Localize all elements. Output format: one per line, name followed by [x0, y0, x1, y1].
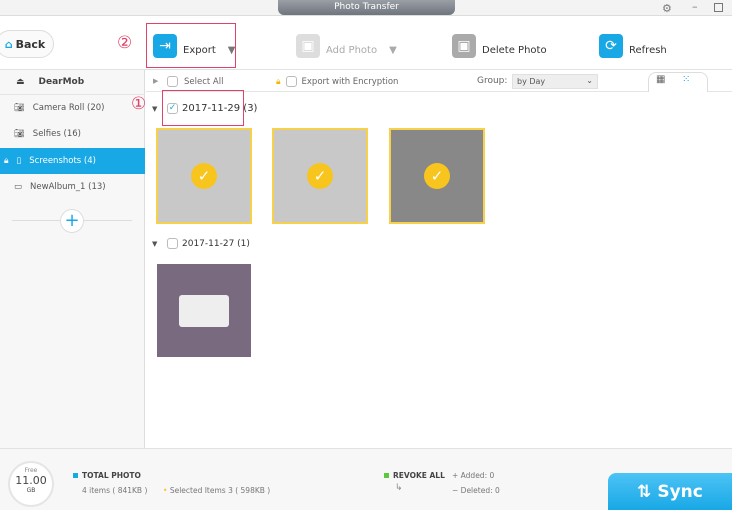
check-icon: ✓: [424, 163, 450, 189]
group-checkbox-2017-11-27[interactable]: 2017-11-27 (1): [167, 238, 250, 249]
step-2-marker: ②: [117, 33, 133, 53]
chevron-down-icon[interactable]: ▼: [228, 45, 236, 56]
add-photo-button[interactable]: ▣ Add Photo ▼: [296, 34, 397, 58]
settings-gear-icon[interactable]: ⚙: [662, 2, 672, 15]
photo-thumbnail[interactable]: ✓: [272, 128, 368, 224]
device-header[interactable]: ⏏ DearMob: [0, 70, 145, 95]
export-button[interactable]: ⇥ Export ▼: [153, 34, 235, 58]
sidebar-item-screenshots[interactable]: 🔒︎ ▯ Screenshots (4): [0, 148, 145, 174]
sidebar-item-newalbum[interactable]: ▭ NewAlbum_1 (13): [0, 174, 145, 200]
small-grid-view-icon[interactable]: ⁙: [682, 74, 690, 85]
revoke-all-button[interactable]: REVOKE ALL: [384, 471, 445, 480]
deleted-count: − Deleted: 0: [452, 486, 500, 495]
step-1-marker: ①: [131, 94, 147, 114]
large-grid-view-icon[interactable]: ▦: [656, 74, 665, 85]
check-icon: ✓: [307, 163, 333, 189]
lock-icon: 🔒︎: [4, 156, 9, 166]
group-label: Group:: [477, 76, 508, 86]
collapse-arrow-icon[interactable]: ▼: [152, 240, 157, 248]
export-icon: ⇥: [153, 34, 177, 58]
total-photo-label: TOTAL PHOTO: [73, 471, 141, 480]
free-space-gauge: Free 11.00 GB: [8, 461, 54, 507]
collapse-arrow-icon[interactable]: ▼: [152, 105, 157, 113]
photo-thumbnail[interactable]: ✓: [156, 128, 252, 224]
album-icon: ▭: [14, 182, 23, 192]
check-icon: ✓: [191, 163, 217, 189]
select-all-checkbox[interactable]: Select All: [167, 76, 223, 87]
sync-button[interactable]: ⇅ Sync: [608, 473, 732, 510]
minimize-button[interactable]: –: [692, 0, 698, 13]
window-title: Photo Transfer: [278, 0, 455, 15]
export-encryption-checkbox[interactable]: 🔒︎ Export with Encryption: [276, 76, 398, 87]
added-count: + Added: 0: [452, 471, 495, 480]
home-icon: ⌂: [4, 37, 13, 51]
photo-thumbnail[interactable]: ✓: [389, 128, 485, 224]
phone-icon: ▯: [16, 156, 22, 166]
back-button[interactable]: ⌂ Back: [0, 30, 54, 58]
sidebar-item-camera-roll[interactable]: 📷︎ Camera Roll (20): [0, 95, 145, 121]
eject-icon[interactable]: ⏏: [16, 77, 25, 87]
sidebar-item-selfies[interactable]: 📷︎ Selfies (16): [0, 121, 145, 147]
chevron-down-icon[interactable]: ▼: [389, 45, 397, 56]
group-select[interactable]: by Day ⌄: [512, 74, 598, 89]
selfie-camera-icon: 📷︎: [14, 129, 25, 139]
group-checkbox-2017-11-29[interactable]: ✓ 2017-11-29 (3): [167, 103, 257, 114]
chevron-down-icon: ⌄: [586, 76, 593, 85]
sync-icon: ⇅: [637, 481, 652, 502]
add-album-button[interactable]: +: [60, 209, 84, 233]
content-toolbar: [146, 70, 732, 92]
maximize-button[interactable]: [714, 3, 723, 12]
lock-icon: 🔒︎: [276, 76, 281, 87]
add-photo-icon: ▣: [296, 34, 320, 58]
revoke-arrow-icon: ↳: [395, 483, 403, 493]
camera-icon: 📷︎: [14, 103, 25, 113]
refresh-button[interactable]: ⟳ Refresh: [599, 34, 667, 58]
selected-items: • Selected Items 3 ( 598KB ): [163, 486, 271, 495]
photo-thumbnail[interactable]: [157, 264, 251, 357]
delete-photo-button[interactable]: ▣ Delete Photo: [452, 34, 547, 58]
delete-photo-icon: ▣: [452, 34, 476, 58]
expand-arrow-icon[interactable]: ▶: [153, 77, 158, 85]
items-count: 4 items ( 841KB ): [82, 486, 148, 495]
refresh-icon: ⟳: [599, 34, 623, 58]
